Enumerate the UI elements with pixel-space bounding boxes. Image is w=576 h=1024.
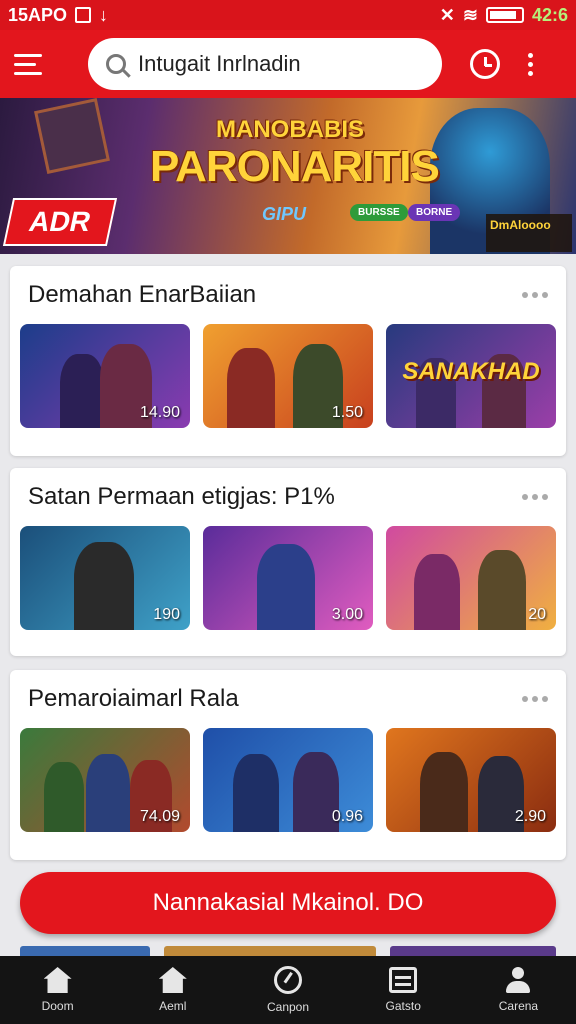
card-figure [414, 554, 460, 630]
card-figure [86, 754, 130, 832]
game-card[interactable]: SANAKHAD [386, 324, 556, 428]
battery-icon [485, 7, 524, 23]
download-icon: ↓ [99, 4, 109, 25]
more-dots-icon[interactable] [522, 292, 548, 298]
wifi-icon: ≋ [462, 4, 478, 25]
card-peek [164, 946, 376, 956]
game-section: Demahan EnarBaiian 14.90 1.50 SANAKHAD [10, 266, 566, 456]
card-label: SANAKHAD [402, 358, 540, 385]
list-icon [389, 967, 418, 993]
game-card[interactable]: 190 [20, 526, 190, 630]
card-price: 1.50 [331, 404, 363, 421]
card-figure [44, 762, 84, 832]
game-section: Satan Permaan etigjas: P1% 190 3.00 20 [10, 468, 566, 656]
banner-title: PARONARITIS [150, 142, 440, 191]
game-card[interactable]: 14.90 [20, 324, 190, 428]
card-price: 20 [528, 606, 546, 623]
cta-button[interactable]: Nannakasial Mkainol. DO [20, 872, 556, 934]
app-bar [0, 30, 576, 98]
banner-badge: ADR [2, 198, 118, 246]
bottom-nav: Doom Aeml Canpon Gatsto Carena [0, 956, 576, 1024]
card-price: 74.09 [139, 808, 180, 825]
game-card[interactable]: 0.96 [203, 728, 373, 832]
game-card[interactable]: 74.09 [20, 728, 190, 832]
card-figure [60, 354, 104, 428]
card-figure [74, 542, 134, 630]
section-title: Pemaroiaimarl Rala [28, 685, 239, 712]
status-time: 42:6 [531, 4, 568, 25]
card-figure [257, 544, 315, 630]
card-figure [478, 550, 526, 630]
nav-label: Carena [498, 999, 539, 1013]
nav-item-gatsto[interactable]: Gatsto [346, 956, 461, 1024]
nav-item-doom[interactable]: Doom [0, 956, 115, 1024]
banner-corner-text: DmAloooo [486, 214, 572, 252]
card-price: 2.90 [514, 808, 546, 825]
banner-title-block: MANOBABIS PARONARITIS [150, 116, 440, 191]
search-input[interactable] [138, 51, 424, 77]
game-card[interactable]: 1.50 [203, 324, 373, 428]
card-price: 14.90 [139, 404, 180, 421]
more-dots-icon[interactable] [522, 494, 548, 500]
status-bar: 15APO ↓ ✕ ≋ 42:6 [0, 0, 576, 30]
search-bar[interactable] [88, 38, 442, 90]
game-card[interactable]: 3.00 [203, 526, 373, 630]
home-icon [158, 967, 187, 993]
card-price: 0.96 [331, 808, 363, 825]
card-figure [233, 754, 279, 832]
banner-subtitle: MANOBABIS [216, 116, 364, 143]
history-icon[interactable] [470, 49, 500, 79]
more-dots-icon[interactable] [522, 696, 548, 702]
banner-tagline: GIPU [262, 204, 307, 224]
search-icon [106, 54, 126, 74]
section-title: Demahan EnarBaiian [28, 281, 257, 308]
bluetooth-icon: ✕ [439, 4, 455, 25]
banner-pill: BORNE [408, 204, 461, 221]
card-figure [420, 752, 468, 832]
nav-item-aeml[interactable]: Aeml [115, 956, 230, 1024]
nav-label: Doom [41, 999, 74, 1013]
nav-label: Canpon [266, 1000, 310, 1014]
globe-icon [274, 966, 302, 994]
card-price: 190 [153, 606, 180, 623]
banner-pill: BURSSE [350, 204, 408, 221]
notification-icon [75, 7, 92, 23]
menu-icon[interactable] [14, 41, 60, 87]
more-options-icon[interactable] [528, 52, 533, 76]
card-peek [20, 946, 150, 956]
nav-item-carena[interactable]: Carena [461, 956, 576, 1024]
game-section: Pemaroiaimarl Rala 74.09 0.96 2.90 [10, 670, 566, 860]
banner-decoration [34, 98, 110, 174]
game-card[interactable]: 20 [386, 526, 556, 630]
section-title: Satan Permaan etigjas: P1% [28, 483, 335, 510]
nav-item-canpon[interactable]: Canpon [230, 956, 345, 1024]
home-icon [43, 967, 72, 993]
card-peek [390, 946, 556, 956]
nav-label: Gatsto [385, 999, 421, 1013]
promo-banner[interactable]: MANOBABIS PARONARITIS GIPU ADR BURSSE BO… [0, 98, 576, 254]
card-price: 3.00 [331, 606, 363, 623]
user-icon [504, 967, 532, 993]
status-left-text: 15APO [8, 4, 68, 25]
nav-label: Aeml [159, 999, 187, 1013]
game-card[interactable]: 2.90 [386, 728, 556, 832]
card-figure [227, 348, 275, 428]
